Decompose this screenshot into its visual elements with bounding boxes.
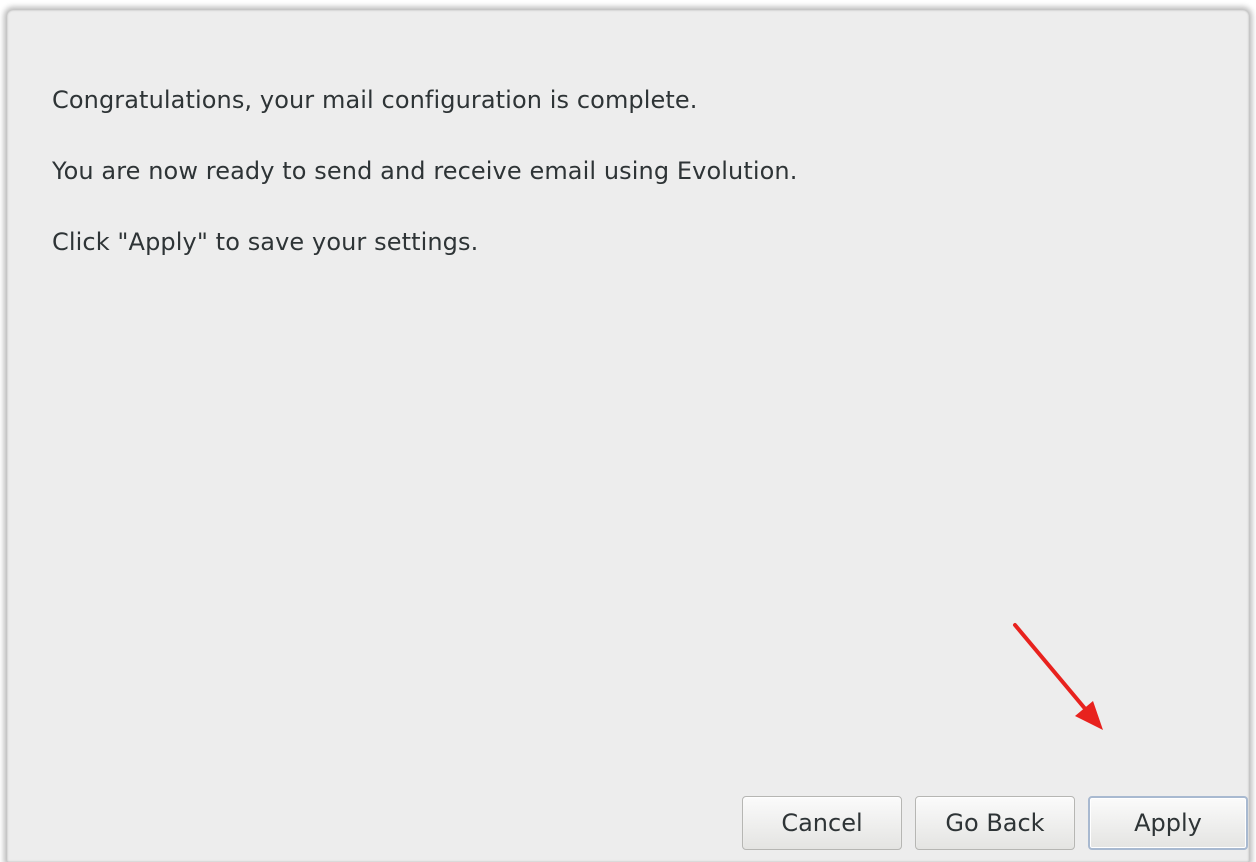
apply-button[interactable]: Apply: [1088, 796, 1248, 850]
apply-instruction-message: Click "Apply" to save your settings.: [52, 228, 479, 256]
assistant-dialog: Congratulations, your mail configuration…: [7, 10, 1249, 862]
ready-message: You are now ready to send and receive em…: [52, 157, 798, 185]
cancel-button[interactable]: Cancel: [742, 796, 902, 850]
go-back-button[interactable]: Go Back: [915, 796, 1075, 850]
completion-message: Congratulations, your mail configuration…: [52, 86, 698, 114]
